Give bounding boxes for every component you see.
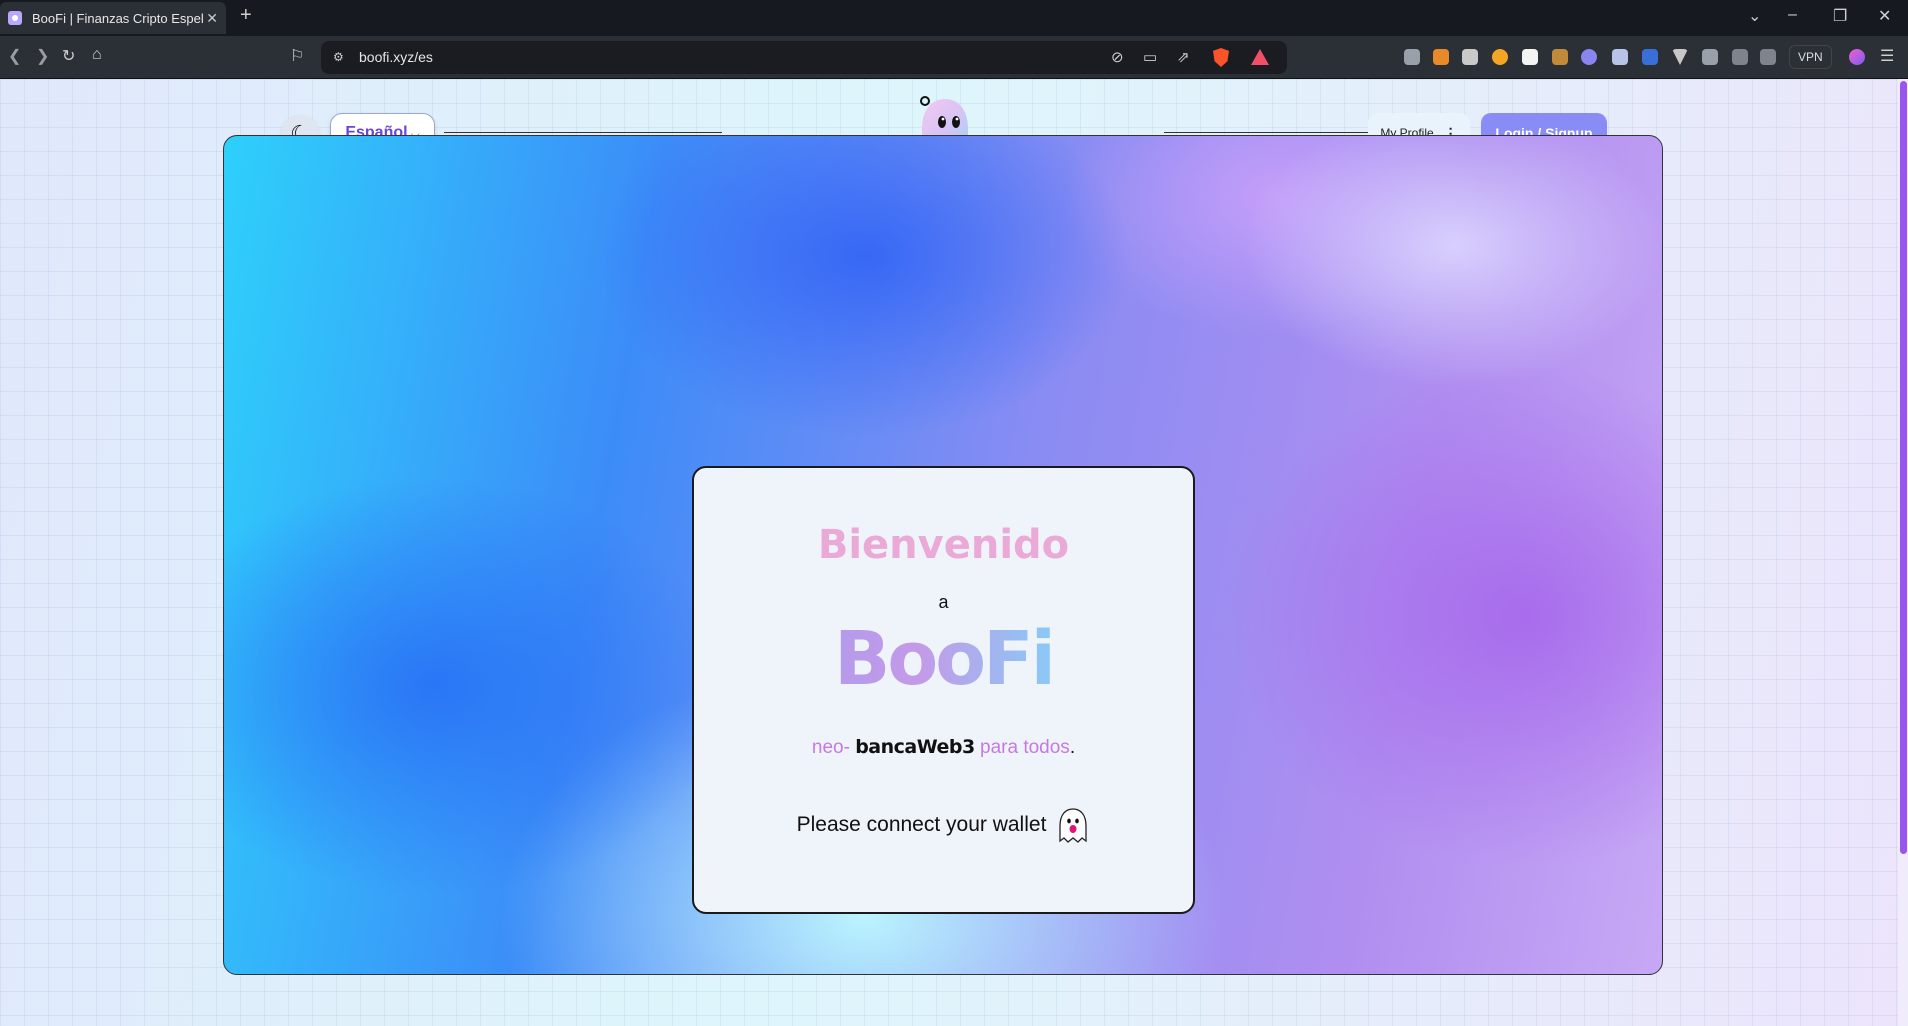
extension-d-icon[interactable] [1522, 49, 1538, 65]
ghost-icon [1059, 808, 1088, 843]
tab-list-chevron-icon[interactable]: ⌄ [1748, 6, 1761, 26]
extension-coin-icon[interactable] [1492, 49, 1508, 65]
metamask-fox-icon[interactable] [1433, 49, 1449, 65]
close-tab-icon[interactable]: ✕ [206, 10, 218, 27]
divider-left [444, 132, 722, 133]
vpn-button[interactable]: VPN [1789, 45, 1832, 69]
minimize-button[interactable]: – [1788, 6, 1797, 24]
extension-v-icon[interactable] [1672, 49, 1688, 65]
back-arrow-icon[interactable]: ❮ [8, 46, 21, 66]
extension-bolt-icon[interactable] [1462, 49, 1478, 65]
bookmark-icon[interactable]: ⚐ [290, 46, 304, 66]
no-translate-icon[interactable]: ⊘ [1111, 48, 1124, 66]
home-icon[interactable]: ⌂ [92, 46, 102, 64]
reload-icon[interactable]: ↻ [62, 46, 75, 66]
address-bar[interactable]: ⚙ boofi.xyz/es ⊘ ▭ ⇗ [321, 41, 1287, 74]
restore-button[interactable]: ❐ [1833, 6, 1847, 26]
profile-avatar-icon[interactable] [1849, 49, 1865, 65]
extension-image-icon[interactable] [1612, 49, 1628, 65]
tagline: neo- bancaWeb3 para todos. [694, 736, 1193, 759]
page-scrollbar[interactable] [1898, 79, 1908, 1026]
browser-tab-bar: BooFi | Finanzas Cripto Espeluznantes ✕ … [0, 0, 1908, 36]
tagline-bank: bancaWeb3 [855, 736, 975, 758]
extension-sparkle-icon[interactable] [1552, 49, 1568, 65]
share-icon[interactable]: ⇗ [1177, 48, 1190, 66]
brave-rewards-icon[interactable] [1251, 49, 1269, 65]
scrollbar-thumb[interactable] [1900, 81, 1907, 854]
extension-ghost-icon[interactable] [1581, 49, 1597, 65]
cast-icon[interactable]: ▭ [1143, 48, 1157, 66]
welcome-card: Bienvenido a BooFi neo- bancaWeb3 para t… [692, 466, 1195, 914]
tagline-para: para todos [980, 737, 1070, 758]
extensions-puzzle-icon[interactable] [1702, 49, 1718, 65]
extension-shield-icon[interactable] [1404, 49, 1420, 65]
menu-icon[interactable]: ☰ [1880, 46, 1894, 66]
tagline-dot: . [1069, 737, 1076, 758]
welcome-heading: Bienvenido [817, 522, 1070, 568]
brand-title: BooFi [694, 616, 1193, 702]
connect-wallet-prompt: Please connect your wallet [694, 806, 1193, 844]
welcome-connector: a [938, 592, 949, 612]
new-tab-button[interactable]: + [240, 4, 252, 27]
tab-title: BooFi | Finanzas Cripto Espeluznantes [32, 10, 204, 26]
boofi-favicon-icon [8, 11, 22, 25]
connect-wallet-text: Please connect your wallet [796, 813, 1047, 836]
browser-tab-boofi[interactable]: BooFi | Finanzas Cripto Espeluznantes ✕ [0, 2, 226, 34]
wallet-icon[interactable] [1760, 49, 1776, 65]
brave-shields-icon[interactable] [1213, 48, 1229, 67]
url-text[interactable]: boofi.xyz/es [359, 49, 433, 65]
sidebar-icon[interactable] [1732, 49, 1748, 65]
tagline-neo: neo- [811, 737, 850, 758]
browser-toolbar: ❮ ❯ ↻ ⌂ ⚐ ⚙ boofi.xyz/es ⊘ ▭ ⇗ VPN ☰ [0, 36, 1908, 79]
forward-arrow-icon[interactable]: ❯ [36, 46, 49, 66]
close-window-button[interactable]: ✕ [1878, 6, 1891, 26]
site-settings-icon[interactable]: ⚙ [333, 50, 347, 64]
extension-badge-icon[interactable] [1642, 49, 1658, 65]
divider-right [1164, 132, 1368, 133]
